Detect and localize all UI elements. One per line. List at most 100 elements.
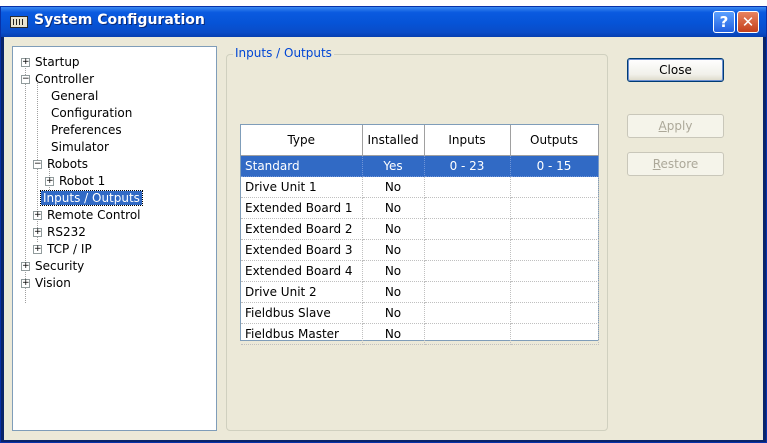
tree-item-vision[interactable]: + Vision [21,275,73,292]
cell-type: Drive Unit 1 [241,176,363,198]
help-button[interactable]: ? [713,11,735,33]
close-icon: ✕ [741,13,755,31]
cell-inputs [424,176,511,198]
cell-type: Extended Board 1 [241,197,363,219]
expand-icon[interactable]: + [33,211,42,220]
tree-item-label: Controller [35,72,95,86]
cell-installed: No [362,176,425,198]
tree-item-label: TCP / IP [47,242,92,256]
tree-item-label: Startup [35,55,80,69]
help-icon: ? [719,13,729,31]
table-row[interactable]: Standard Yes 0 - 23 0 - 15 [241,155,599,177]
expand-icon[interactable]: + [45,177,54,186]
column-header-installed[interactable]: Installed [362,125,425,156]
cell-installed: No [362,323,425,345]
cell-outputs [510,176,599,198]
table-row[interactable]: Extended Board 3 No [241,239,599,261]
tree-item-robot-1[interactable]: + Robot 1 [45,173,107,190]
cell-outputs [510,302,599,324]
cell-outputs [510,239,599,261]
tree-item-label: Security [35,259,85,273]
tree-item-label: Remote Control [47,208,141,222]
cell-type: Extended Board 4 [241,260,363,282]
table-row[interactable]: Drive Unit 1 No [241,176,599,198]
tree-item-label: Vision [35,276,71,290]
config-tree[interactable]: + Startup − Controller General Configura… [12,46,217,431]
system-configuration-window: System Configuration ? ✕ + Startup − Con… [0,6,767,443]
cell-outputs [510,281,599,303]
cell-installed: No [362,239,425,261]
tree-item-remote-control[interactable]: + Remote Control [33,207,143,224]
table-row[interactable]: Extended Board 1 No [241,197,599,219]
table-row[interactable]: Extended Board 4 No [241,260,599,282]
apply-button[interactable]: Apply [627,114,724,138]
collapse-icon[interactable]: − [21,75,30,84]
restore-mnemonic: R [652,157,661,171]
window-close-button[interactable]: ✕ [737,11,759,33]
tree-item-label: General [51,89,99,103]
expand-icon[interactable]: + [21,262,30,271]
column-header-type[interactable]: Type [241,125,363,156]
cell-installed: No [362,197,425,219]
dialog-client-area: + Startup − Controller General Configura… [4,37,763,440]
cell-type: Fieldbus Master [241,323,363,345]
cell-outputs: 0 - 15 [510,155,599,177]
tree-item-rs232[interactable]: + RS232 [33,224,88,241]
cell-inputs [424,281,511,303]
cell-inputs: 0 - 23 [424,155,511,177]
expand-icon[interactable]: + [21,58,30,67]
cell-inputs [424,302,511,324]
cell-outputs [510,323,599,345]
app-icon [10,16,28,28]
expand-icon[interactable]: + [33,245,42,254]
tree-item-tcp-ip[interactable]: + TCP / IP [33,241,94,258]
cell-outputs [510,197,599,219]
tree-item-label: Preferences [51,123,122,137]
title-bar[interactable]: System Configuration ? ✕ [1,7,766,37]
expand-icon[interactable]: + [33,228,42,237]
tree-item-label: Simulator [51,140,109,154]
tree-item-startup[interactable]: + Startup [21,54,82,71]
cell-inputs [424,218,511,240]
column-header-outputs[interactable]: Outputs [510,125,599,156]
cell-type: Drive Unit 2 [241,281,363,303]
table-row[interactable]: Fieldbus Master No [241,323,599,345]
window-title: System Configuration [34,12,205,28]
restore-button[interactable]: Restore [627,152,724,176]
cell-installed: No [362,218,425,240]
io-boards-table: Type Installed Inputs Outputs Standard Y… [241,125,599,345]
cell-type: Extended Board 3 [241,239,363,261]
close-button[interactable]: Close [627,58,724,82]
tree-item-general[interactable]: General [49,88,100,105]
tree-item-security[interactable]: + Security [21,258,86,275]
io-boards-grid[interactable]: Type Installed Inputs Outputs Standard Y… [240,124,599,345]
column-header-inputs[interactable]: Inputs [424,125,511,156]
tree-item-robots[interactable]: − Robots [33,156,90,173]
table-header-row: Type Installed Inputs Outputs [241,125,599,156]
cell-inputs [424,260,511,282]
table-row[interactable]: Fieldbus Slave No [241,302,599,324]
tree-item-simulator[interactable]: Simulator [49,139,111,156]
expand-icon[interactable]: + [21,279,30,288]
cell-installed: No [362,281,425,303]
cell-installed: Yes [362,155,425,177]
tree-item-controller[interactable]: − Controller [21,71,96,88]
cell-installed: No [362,302,425,324]
cell-installed: No [362,260,425,282]
tree-item-label: RS232 [47,225,86,239]
cell-type: Fieldbus Slave [241,302,363,324]
cell-type: Extended Board 2 [241,218,363,240]
cell-inputs [424,197,511,219]
cell-inputs [424,323,511,345]
table-row[interactable]: Extended Board 2 No [241,218,599,240]
cell-type: Standard [241,155,363,177]
cell-outputs [510,260,599,282]
tree-item-preferences[interactable]: Preferences [49,122,124,139]
tree-item-inputs-outputs[interactable]: Inputs / Outputs [40,190,143,207]
table-row[interactable]: Drive Unit 2 No [241,281,599,303]
inputs-outputs-group: Inputs / Outputs Type Installed Inputs O… [226,46,608,431]
restore-label-rest: estore [660,157,699,171]
tree-item-configuration[interactable]: Configuration [49,105,134,122]
cell-inputs [424,239,511,261]
collapse-icon[interactable]: − [33,160,42,169]
